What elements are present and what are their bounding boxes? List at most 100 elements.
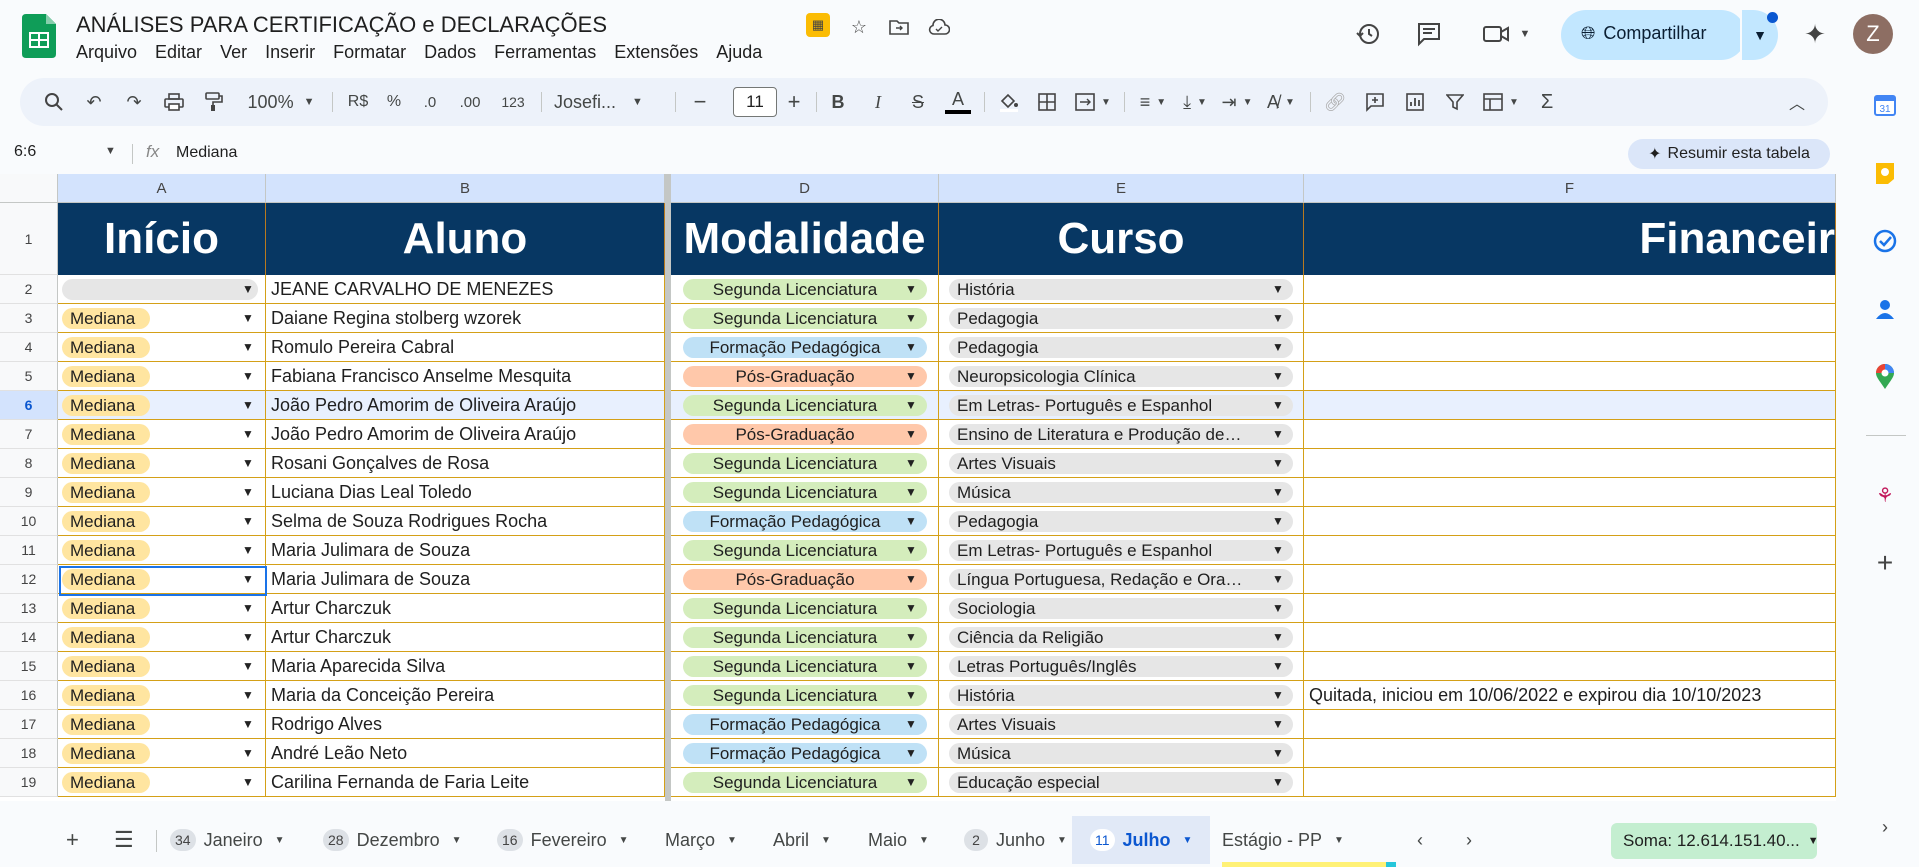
- cell-modalidade[interactable]: Segunda Licenciatura ▼: [671, 594, 939, 622]
- cell-aluno[interactable]: André Leão Neto: [266, 739, 665, 767]
- cell-financeiro[interactable]: [1304, 333, 1836, 361]
- cell-aluno[interactable]: Carilina Fernanda de Faria Leite: [266, 768, 665, 796]
- add-sheet-icon[interactable]: +: [66, 816, 79, 864]
- cell-financeiro[interactable]: Quitada, iniciou em 10/06/2022 e expirou…: [1304, 681, 1836, 709]
- dropdown-chevron-icon[interactable]: ▼: [905, 507, 917, 535]
- vertical-align-icon[interactable]: ⤓ ▼: [1174, 86, 1216, 118]
- cell-curso[interactable]: Artes Visuais ▼: [939, 710, 1304, 738]
- cell-curso[interactable]: Em Letras- Português e Espanhol ▼: [939, 536, 1304, 564]
- cell-financeiro[interactable]: [1304, 710, 1836, 738]
- dropdown-chevron-icon[interactable]: ▼: [1272, 275, 1284, 303]
- dropdown-chevron-icon[interactable]: ▼: [905, 536, 917, 564]
- dropdown-chevron-icon[interactable]: ▼: [905, 768, 917, 796]
- cell-modalidade[interactable]: Segunda Licenciatura ▼: [671, 536, 939, 564]
- cell-aluno[interactable]: João Pedro Amorim de Oliveira Araújo: [266, 391, 665, 419]
- cell-curso[interactable]: História ▼: [939, 275, 1304, 303]
- cell-inicio[interactable]: Mediana ▼: [58, 710, 266, 738]
- font-size-input[interactable]: 11: [733, 87, 777, 117]
- dropdown-chevron-icon[interactable]: ▼: [905, 333, 917, 361]
- borders-icon[interactable]: [1032, 86, 1062, 118]
- text-wrapping-icon[interactable]: ⇥ ▼: [1216, 86, 1258, 118]
- collapse-toolbar-icon[interactable]: ︿: [1782, 86, 1812, 118]
- dropdown-chevron-icon[interactable]: ▼: [905, 681, 917, 709]
- header-cell-inicio[interactable]: Início: [58, 203, 266, 275]
- cell-curso[interactable]: Em Letras- Português e Espanhol ▼: [939, 391, 1304, 419]
- dropdown-chevron-icon[interactable]: ▼: [905, 565, 917, 593]
- sheet-tab[interactable]: 11 Julho ▼: [1072, 816, 1211, 864]
- dropdown-chevron-icon[interactable]: ▼: [1272, 681, 1284, 709]
- dropdown-chevron-icon[interactable]: ▼: [905, 652, 917, 680]
- tab-chevron-down-icon[interactable]: ▼: [1183, 835, 1193, 846]
- all-sheets-icon[interactable]: ☰: [114, 816, 134, 864]
- document-title[interactable]: ANÁLISES PARA CERTIFICAÇÃO e DECLARAÇÕES: [76, 12, 607, 38]
- cell-aluno[interactable]: Daiane Regina stolberg wzorek: [266, 304, 665, 332]
- dropdown-chevron-icon[interactable]: ▼: [905, 420, 917, 448]
- hide-side-panel-chevron-icon[interactable]: ›: [1870, 812, 1900, 842]
- cell-curso[interactable]: Educação especial ▼: [939, 768, 1304, 796]
- header-cell-aluno[interactable]: Aluno: [266, 203, 665, 275]
- cell-modalidade[interactable]: Segunda Licenciatura ▼: [671, 391, 939, 419]
- contacts-icon[interactable]: [1870, 294, 1900, 324]
- dropdown-chevron-icon[interactable]: ▼: [242, 652, 254, 680]
- dropdown-chevron-icon[interactable]: ▼: [1272, 594, 1284, 622]
- dropdown-chevron-icon[interactable]: ▼: [242, 478, 254, 506]
- dropdown-chevron-icon[interactable]: ▼: [905, 391, 917, 419]
- header-cell-modalidade[interactable]: Modalidade: [671, 203, 939, 275]
- more-formats-button[interactable]: 123: [497, 86, 529, 118]
- cell-curso[interactable]: Ensino de Literatura e Produção de… ▼: [939, 420, 1304, 448]
- dropdown-chevron-icon[interactable]: ▼: [1272, 478, 1284, 506]
- cell-curso[interactable]: Música ▼: [939, 739, 1304, 767]
- scroll-tabs-right-icon[interactable]: ›: [1466, 816, 1472, 864]
- dropdown-chevron-icon[interactable]: ▼: [1272, 710, 1284, 738]
- text-color-button[interactable]: A: [942, 86, 974, 118]
- cell-financeiro[interactable]: [1304, 507, 1836, 535]
- cell-financeiro[interactable]: [1304, 536, 1836, 564]
- row-header[interactable]: 10: [0, 507, 58, 536]
- cell-financeiro[interactable]: [1304, 449, 1836, 477]
- cell-modalidade[interactable]: Segunda Licenciatura ▼: [671, 652, 939, 680]
- percent-format-button[interactable]: %: [382, 86, 406, 118]
- cell-financeiro[interactable]: [1304, 594, 1836, 622]
- cell-aluno[interactable]: Selma de Souza Rodrigues Rocha: [266, 507, 665, 535]
- cell-financeiro[interactable]: [1304, 652, 1836, 680]
- row-header[interactable]: 14: [0, 623, 58, 652]
- frozen-column-divider[interactable]: [665, 174, 671, 801]
- tab-chevron-down-icon[interactable]: ▼: [919, 835, 929, 846]
- cell-aluno[interactable]: Luciana Dias Leal Toledo: [266, 478, 665, 506]
- dropdown-chevron-icon[interactable]: ▼: [242, 275, 254, 303]
- row-header[interactable]: 8: [0, 449, 58, 478]
- sheet-tab[interactable]: Abril ▼: [773, 816, 831, 864]
- dropdown-chevron-icon[interactable]: ▼: [242, 739, 254, 767]
- cell-modalidade[interactable]: Pós-Graduação ▼: [671, 420, 939, 448]
- row-header[interactable]: 5: [0, 362, 58, 391]
- column-header-b[interactable]: B: [266, 174, 665, 203]
- dropdown-chevron-icon[interactable]: ▼: [1272, 623, 1284, 651]
- dropdown-chevron-icon[interactable]: ▼: [242, 565, 254, 593]
- cell-modalidade[interactable]: Segunda Licenciatura ▼: [671, 275, 939, 303]
- cell-inicio[interactable]: Mediana ▼: [58, 739, 266, 767]
- row-header[interactable]: 3: [0, 304, 58, 333]
- dropdown-chevron-icon[interactable]: ▼: [1272, 362, 1284, 390]
- row-header[interactable]: 12: [0, 565, 58, 594]
- cell-financeiro[interactable]: [1304, 565, 1836, 593]
- cell-modalidade[interactable]: Formação Pedagógica ▼: [671, 710, 939, 738]
- strikethrough-icon[interactable]: S: [904, 86, 932, 118]
- menu-inserir[interactable]: Inserir: [256, 42, 324, 63]
- merge-cells-icon[interactable]: ▼: [1070, 86, 1116, 118]
- cell-inicio[interactable]: Mediana ▼: [58, 565, 266, 593]
- spreadsheet-grid[interactable]: A B D E F 1 Início Aluno Modalidade Curs…: [0, 174, 1836, 801]
- dropdown-chevron-icon[interactable]: ▼: [242, 623, 254, 651]
- cell-modalidade[interactable]: Segunda Licenciatura ▼: [671, 768, 939, 796]
- cell-aluno[interactable]: Artur Charczuk: [266, 623, 665, 651]
- cell-inicio[interactable]: Mediana ▼: [58, 507, 266, 535]
- dropdown-chevron-icon[interactable]: ▼: [242, 333, 254, 361]
- get-addons-plus-icon[interactable]: +: [1870, 547, 1900, 578]
- cell-curso[interactable]: História ▼: [939, 681, 1304, 709]
- increase-font-size-button[interactable]: +: [782, 86, 806, 118]
- row-header[interactable]: 15: [0, 652, 58, 681]
- cell-aluno[interactable]: Fabiana Francisco Anselme Mesquita: [266, 362, 665, 390]
- menu-formatar[interactable]: Formatar: [324, 42, 415, 63]
- cell-aluno[interactable]: Romulo Pereira Cabral: [266, 333, 665, 361]
- cell-inicio[interactable]: Mediana ▼: [58, 391, 266, 419]
- search-menus-icon[interactable]: [40, 86, 68, 118]
